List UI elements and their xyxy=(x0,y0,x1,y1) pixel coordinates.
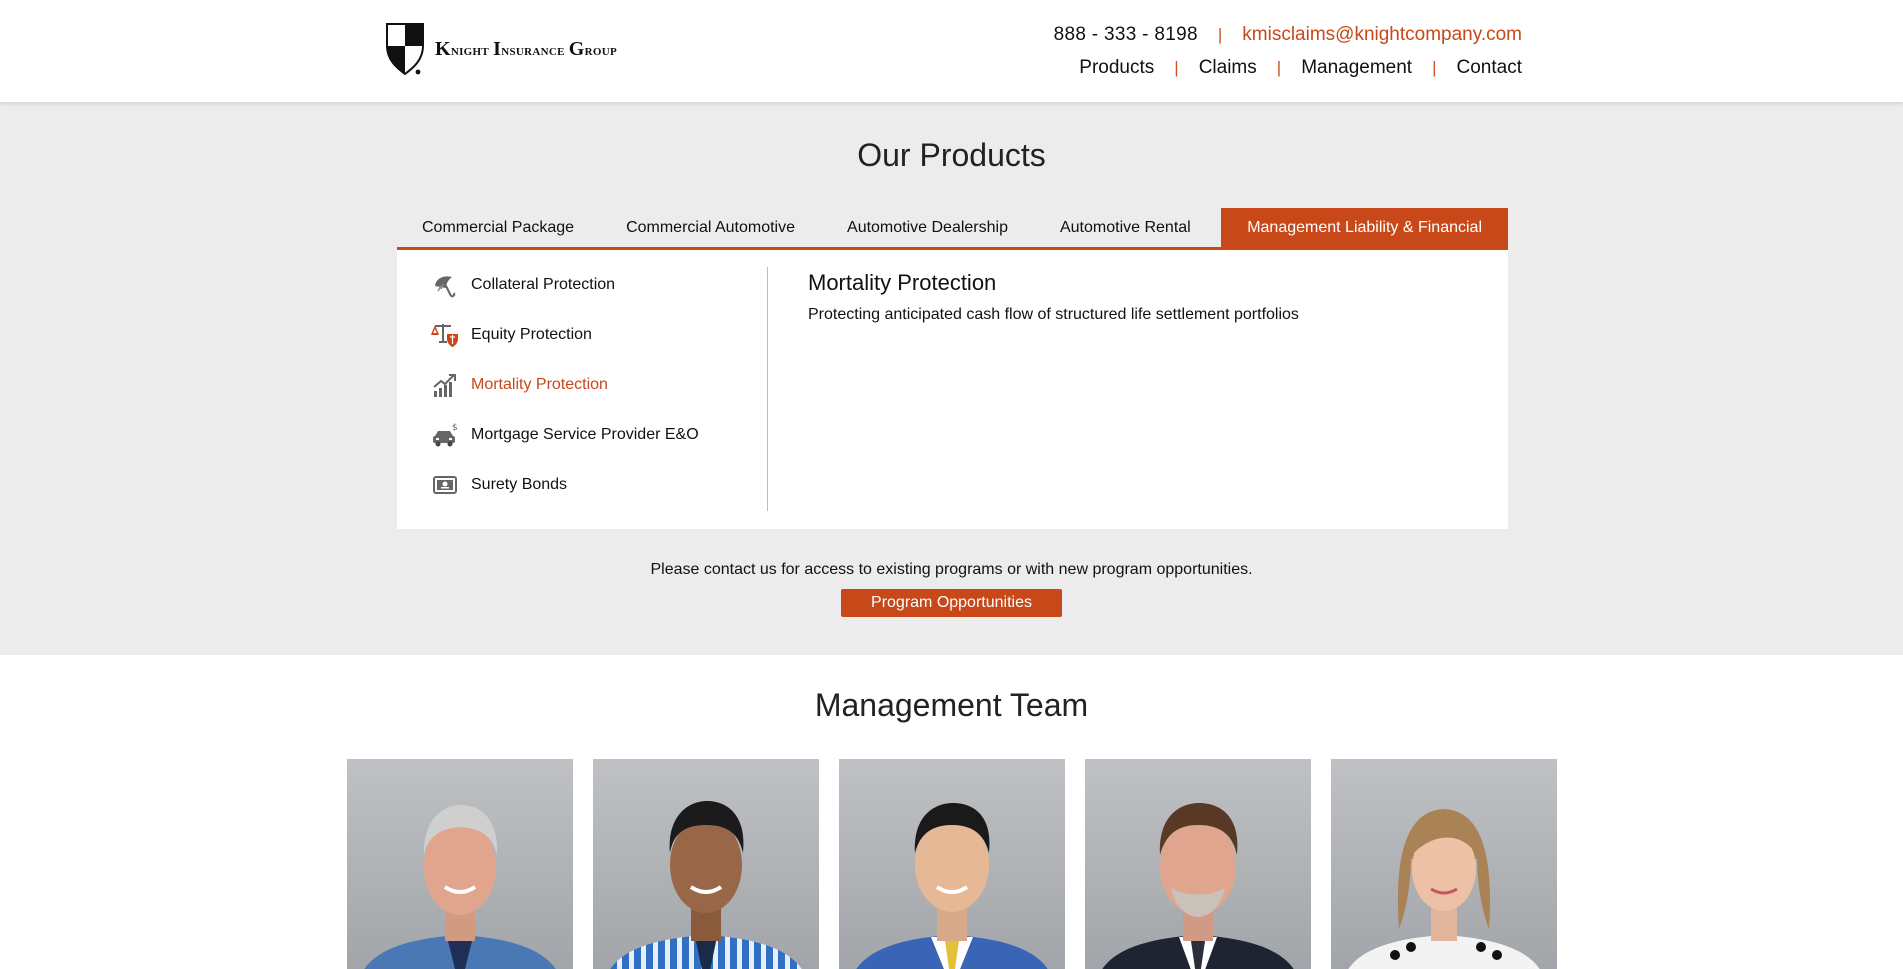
site-header: Knight Insurance Group 888 - 333 - 8198 … xyxy=(0,0,1903,102)
item-label: Surety Bonds xyxy=(471,476,568,493)
team-photos xyxy=(347,759,1557,969)
shield-logo-icon xyxy=(386,23,424,76)
team-member-photo[interactable] xyxy=(1085,759,1311,969)
car-money-icon: $ xyxy=(431,421,459,449)
detail-description: Protecting anticipated cash flow of stru… xyxy=(808,306,1299,323)
bond-certificate-icon xyxy=(431,471,459,499)
scales-shield-icon xyxy=(431,321,459,349)
list-item-equity-protection[interactable]: Equity Protection xyxy=(431,317,592,353)
products-section: Our Products Commercial Package Commerci… xyxy=(0,102,1903,655)
growth-chart-icon xyxy=(431,371,459,399)
tab-management-liability-financial[interactable]: Management Liability & Financial xyxy=(1221,208,1508,247)
team-member-photo[interactable] xyxy=(839,759,1065,969)
phone-number[interactable]: 888 - 333 - 8198 xyxy=(1054,24,1198,46)
nav-claims[interactable]: Claims xyxy=(1199,57,1257,79)
nav-contact[interactable]: Contact xyxy=(1457,57,1522,79)
separator: | xyxy=(1276,58,1282,77)
contact-message: Please contact us for access to existing… xyxy=(650,561,1253,578)
item-label: Collateral Protection xyxy=(471,276,616,293)
svg-text:$: $ xyxy=(452,423,458,433)
product-panel: Collateral Protection Equity Protection xyxy=(397,250,1508,529)
team-member-photo[interactable] xyxy=(1331,759,1557,969)
team-title: Management Team xyxy=(814,687,1089,723)
team-member-photo[interactable] xyxy=(347,759,573,969)
tab-commercial-automotive[interactable]: Commercial Automotive xyxy=(600,208,821,247)
tab-commercial-package[interactable]: Commercial Package xyxy=(397,208,600,247)
item-label: Mortgage Service Provider E&O xyxy=(471,426,699,443)
products-title: Our Products xyxy=(857,137,1046,173)
nav-products[interactable]: Products xyxy=(1079,57,1154,79)
product-detail: Mortality Protection Protecting anticipa… xyxy=(808,270,1488,324)
list-item-surety-bonds[interactable]: Surety Bonds xyxy=(431,467,567,503)
detail-title: Mortality Protection xyxy=(808,270,997,295)
product-list: Collateral Protection Equity Protection xyxy=(397,267,768,511)
nav-management[interactable]: Management xyxy=(1301,57,1412,79)
header-contact: 888 - 333 - 8198 | kmisclaims@knightcomp… xyxy=(1054,24,1522,46)
main-nav: Products | Claims | Management | Contact xyxy=(1079,57,1522,79)
program-opportunities-button[interactable]: Program Opportunities xyxy=(841,589,1062,617)
list-item-mortality-protection[interactable]: Mortality Protection xyxy=(431,367,608,403)
item-label: Equity Protection xyxy=(471,326,592,343)
email-link[interactable]: kmisclaims@knightcompany.com xyxy=(1242,24,1522,46)
umbrella-icon xyxy=(431,271,459,299)
company-logo[interactable]: Knight Insurance Group xyxy=(385,22,617,76)
logo-wordmark: Knight Insurance Group xyxy=(435,37,618,60)
tab-automotive-rental[interactable]: Automotive Rental xyxy=(1034,208,1217,247)
list-item-collateral-protection[interactable]: Collateral Protection xyxy=(431,267,615,303)
product-tabs: Commercial Package Commercial Automotive… xyxy=(397,208,1508,250)
item-label: Mortality Protection xyxy=(471,376,608,393)
list-item-mortgage-service-provider[interactable]: $ Mortgage Service Provider E&O xyxy=(431,417,699,453)
separator: | xyxy=(1174,58,1179,77)
separator: | xyxy=(1432,58,1437,77)
management-team-section: Management Team xyxy=(0,655,1903,969)
tab-automotive-dealership[interactable]: Automotive Dealership xyxy=(821,208,1034,247)
team-member-photo[interactable] xyxy=(593,759,819,969)
separator: | xyxy=(1217,25,1223,44)
